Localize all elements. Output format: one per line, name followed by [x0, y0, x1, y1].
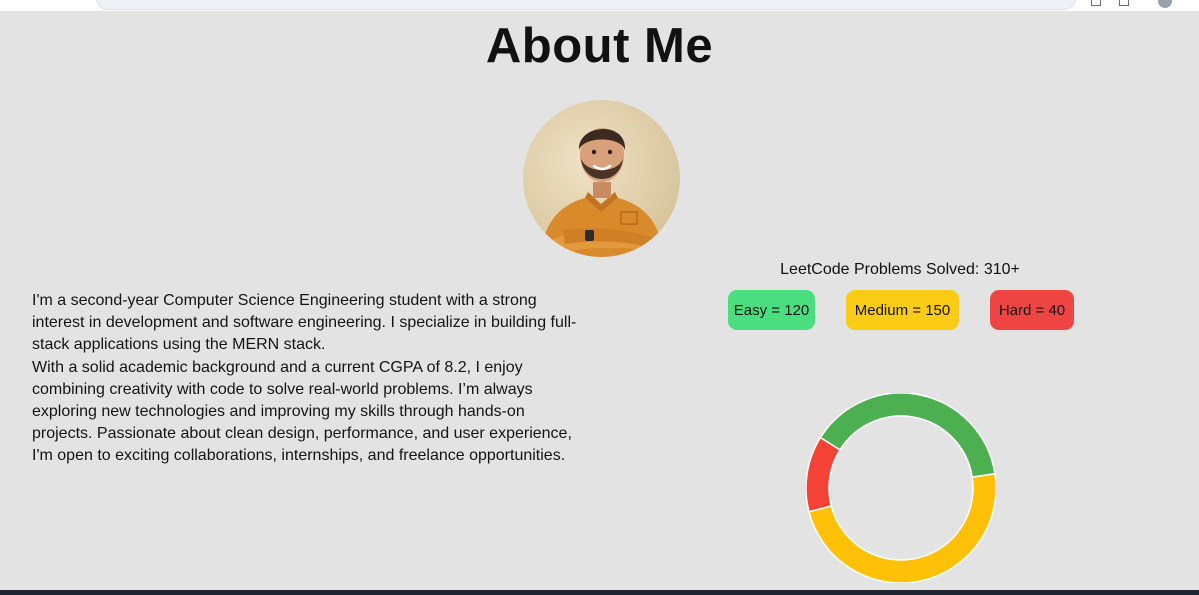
donut-slice-medium [808, 472, 997, 584]
hard-count-badge: Hard = 40 [990, 290, 1074, 330]
donut-slice-easy [819, 392, 996, 479]
bio-text: I'm a second-year Computer Science Engin… [32, 290, 577, 468]
taskbar-edge [0, 590, 1199, 595]
donut-svg [805, 392, 997, 584]
browser-toolbar [0, 0, 1199, 11]
donut-slice-hard [805, 436, 841, 513]
page-title: About Me [485, 19, 714, 73]
bio-paragraph: With a solid academic background and a c… [32, 358, 572, 465]
easy-count-badge: Easy = 120 [728, 290, 815, 330]
address-bar[interactable] [96, 0, 1076, 10]
medium-count-badge: Medium = 150 [846, 290, 959, 330]
menu-icon[interactable] [1119, 0, 1129, 6]
profile-avatar [523, 100, 680, 257]
profile-avatar-icon[interactable] [1158, 0, 1172, 8]
leetcode-donut-chart [805, 392, 997, 584]
bio-paragraph: I'm a second-year Computer Science Engin… [32, 292, 577, 354]
avatar-illustration [541, 128, 663, 257]
leetcode-title: LeetCode Problems Solved: 310+ [780, 261, 1020, 278]
extension-icon[interactable] [1091, 0, 1101, 6]
